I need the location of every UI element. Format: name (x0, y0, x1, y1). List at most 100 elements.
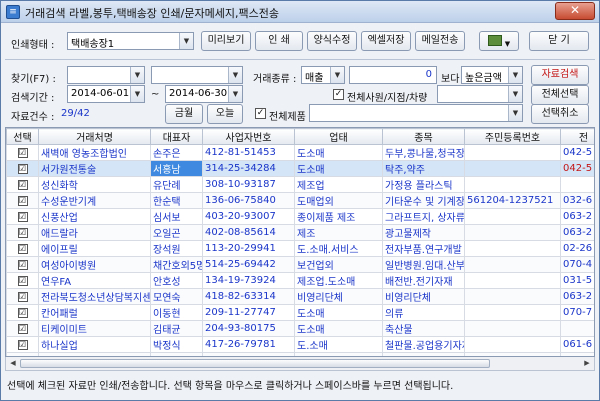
row-select-checkbox[interactable]: ☑ (6, 240, 39, 257)
table-cell (464, 176, 561, 193)
check-icon: ☑ (17, 276, 28, 286)
preview-button[interactable]: 미리보기 (201, 31, 251, 51)
table-row[interactable]: ☑ 서가원전통술 서홍남 314-25-34284 도소매 탁주,약주 042-5 (6, 160, 594, 177)
table-row[interactable]: ☑ 수성운반기계 한순택 136-06-75840 도매업외 기타운수 및 기계장 5612… (6, 192, 594, 209)
above-select[interactable]: 높은금액 ▼ (461, 66, 523, 84)
table-cell: 도소매 (294, 160, 383, 177)
print-type-select[interactable]: 택배송장1 ▼ (67, 32, 194, 50)
table-cell: 모연숙 (150, 288, 203, 305)
row-select-checkbox[interactable]: ☑ (6, 272, 39, 289)
above-label: 보다 (441, 74, 460, 85)
table-row[interactable]: ☑ 하나실업 박정식 417-26-79781 도.소매 철판물.공업용기자재 061-6 (6, 336, 594, 353)
select-all-button[interactable]: 전체선택 (531, 85, 589, 105)
table-cell: 209-11-27747 (202, 304, 295, 321)
settings-button[interactable]: ▼ (479, 31, 519, 51)
table-cell: 가정용 플라스틱 (382, 176, 465, 193)
all-products-checkbox[interactable]: ✓ (255, 108, 266, 119)
check-icon: ☑ (17, 324, 28, 334)
search-value-select[interactable]: ▼ (151, 66, 243, 84)
table-cell: 042-5 (560, 144, 594, 161)
all-staff-checkbox[interactable]: ✓ (333, 89, 344, 100)
edit-form-button[interactable]: 양식수정 (307, 31, 357, 51)
table-cell: 애드랄라 (38, 224, 151, 241)
column-header[interactable]: 전 (560, 128, 594, 145)
column-header[interactable]: 업태 (294, 128, 383, 145)
row-select-checkbox[interactable]: ☑ (6, 176, 39, 193)
column-header[interactable]: 대표자 (150, 128, 203, 145)
table-cell: 연우FA (38, 272, 151, 289)
table-row[interactable]: ☑ 새벽애 영농조합법인 손주은 412-81-51453 도소매 두부,콩나물,청국장 0… (6, 144, 594, 161)
table-row[interactable]: ☑ 애드랄라 오일곤 402-08-85614 제조 광고물제작 063-2 (6, 224, 594, 241)
check-icon: ☑ (17, 292, 28, 302)
table-cell: 403-20-93007 (202, 208, 295, 225)
table-cell: 광고물제작 (382, 224, 465, 241)
row-select-checkbox[interactable]: ☑ (6, 224, 39, 241)
row-select-checkbox[interactable]: ☑ (6, 160, 39, 177)
table-cell (560, 176, 594, 193)
amount-input[interactable]: 0 (349, 66, 437, 84)
horizontal-scrollbar[interactable]: ◀ ▶ (5, 357, 595, 371)
table-cell: 418-82-63314 (202, 288, 295, 305)
print-button[interactable]: 인 쇄 (255, 31, 303, 51)
window-close-button[interactable]: ✕ (555, 2, 595, 20)
close-button[interactable]: 닫 기 (529, 31, 589, 51)
trade-type-label: 거래종류 : (253, 74, 297, 85)
table-cell: 신풍산업 (38, 208, 151, 225)
check-icon: ☑ (17, 228, 28, 238)
results-table: 선택 거래처명 대표자 사업자번호 업태 종목 주민등록번호 전 ☑ 새벽애 영농… (6, 128, 594, 356)
window-title: 거래검색 라벨,봉투,택배송장 인쇄/문자메세지,팩스전송 (25, 7, 279, 20)
table-row[interactable]: ☑ 전라북도청소년상담복지센터 모연숙 418-82-63314 비영리단체 비영리단체 0… (6, 288, 594, 305)
row-select-checkbox[interactable]: ☑ (6, 256, 39, 273)
table-cell: 박정식 (150, 336, 203, 353)
table-cell: 배전반.전기자재 (382, 272, 465, 289)
date-to-picker[interactable]: 2014-06-30 ▼ (165, 85, 243, 103)
search-field-select[interactable]: ▼ (67, 66, 145, 84)
table-cell: 070-4 (560, 256, 594, 273)
table-row[interactable]: ☑ 성신화학 유단례 308-10-93187 제조업 가정용 플라스틱 (6, 176, 594, 193)
check-icon: ☑ (17, 212, 28, 222)
table-row[interactable]: ☑ 에이프릴 장석원 113-20-29941 도.소매.서비스 전자부품.연구개발 02-… (6, 240, 594, 257)
row-select-checkbox[interactable]: ☑ (6, 320, 39, 337)
select-cancel-button[interactable]: 선택취소 (531, 104, 589, 124)
date-from-picker[interactable]: 2014-06-01 ▼ (67, 85, 145, 103)
table-cell: 비영리단체 (294, 288, 383, 305)
data-search-button[interactable]: 자료검색 (531, 65, 589, 85)
row-select-checkbox[interactable]: ☑ (6, 288, 39, 305)
table-row[interactable]: ☑ 신풍산업 심서보 403-20-93007 종이제품 제조 그라프트지, 상자류 063… (6, 208, 594, 225)
table-row[interactable]: ☑ 티케이미트 김태균 204-93-80175 도소매 축산물 (6, 320, 594, 337)
product-select[interactable]: ▼ (309, 104, 523, 122)
table-row[interactable]: ☑ 여성아이병원 채간호외5명 514-25-69442 보건업외 일반병원.임대.산부 0… (6, 256, 594, 273)
chevron-down-icon: ▼ (508, 105, 522, 121)
excel-save-button[interactable]: 엑셀저장 (361, 31, 411, 51)
column-header[interactable]: 선택 (6, 128, 39, 145)
row-select-checkbox[interactable]: ☑ (6, 336, 39, 353)
print-type-value: 택배송장1 (71, 39, 115, 50)
table-cell (464, 320, 561, 337)
row-select-checkbox[interactable]: ☑ (6, 208, 39, 225)
row-select-checkbox[interactable]: ☑ (6, 192, 39, 209)
table-row[interactable]: ☑ 칸어패럴 이동현 209-11-27747 도소매 의류 070-7 (6, 304, 594, 321)
row-select-checkbox[interactable]: ☑ (6, 304, 39, 321)
column-header[interactable]: 주민등록번호 (464, 128, 561, 145)
today-button[interactable]: 오늘 (207, 104, 243, 124)
column-header[interactable]: 사업자번호 (202, 128, 295, 145)
scrollbar-thumb[interactable] (20, 359, 490, 368)
trade-type-value: 매출 (305, 73, 324, 84)
email-send-button[interactable]: 메일전송 (415, 31, 465, 51)
staff-select[interactable]: ▼ (437, 85, 523, 103)
results-grid[interactable]: 선택 거래처명 대표자 사업자번호 업태 종목 주민등록번호 전 ☑ 새벽애 영농… (5, 127, 595, 357)
date-range-separator: ~ (151, 89, 160, 100)
row-select-checkbox[interactable]: ☑ (6, 144, 39, 161)
table-cell: 134-19-73924 (202, 272, 295, 289)
scroll-left-icon[interactable]: ◀ (7, 358, 19, 369)
table-row[interactable]: ☑ 연우FA 안호성 134-19-73924 제조업.도소매 배전반.전기자재 031-5 (6, 272, 594, 289)
column-header[interactable]: 종목 (382, 128, 465, 145)
column-header[interactable]: 거래처명 (38, 128, 151, 145)
table-cell: 오일곤 (150, 224, 203, 241)
check-icon: ☑ (17, 180, 28, 190)
table-cell: 한순택 (150, 192, 203, 209)
this-month-button[interactable]: 금월 (165, 104, 203, 124)
scroll-right-icon[interactable]: ▶ (581, 358, 593, 369)
trade-type-select[interactable]: 매출 ▼ (301, 66, 345, 84)
chevron-down-icon: ▼ (179, 33, 193, 49)
